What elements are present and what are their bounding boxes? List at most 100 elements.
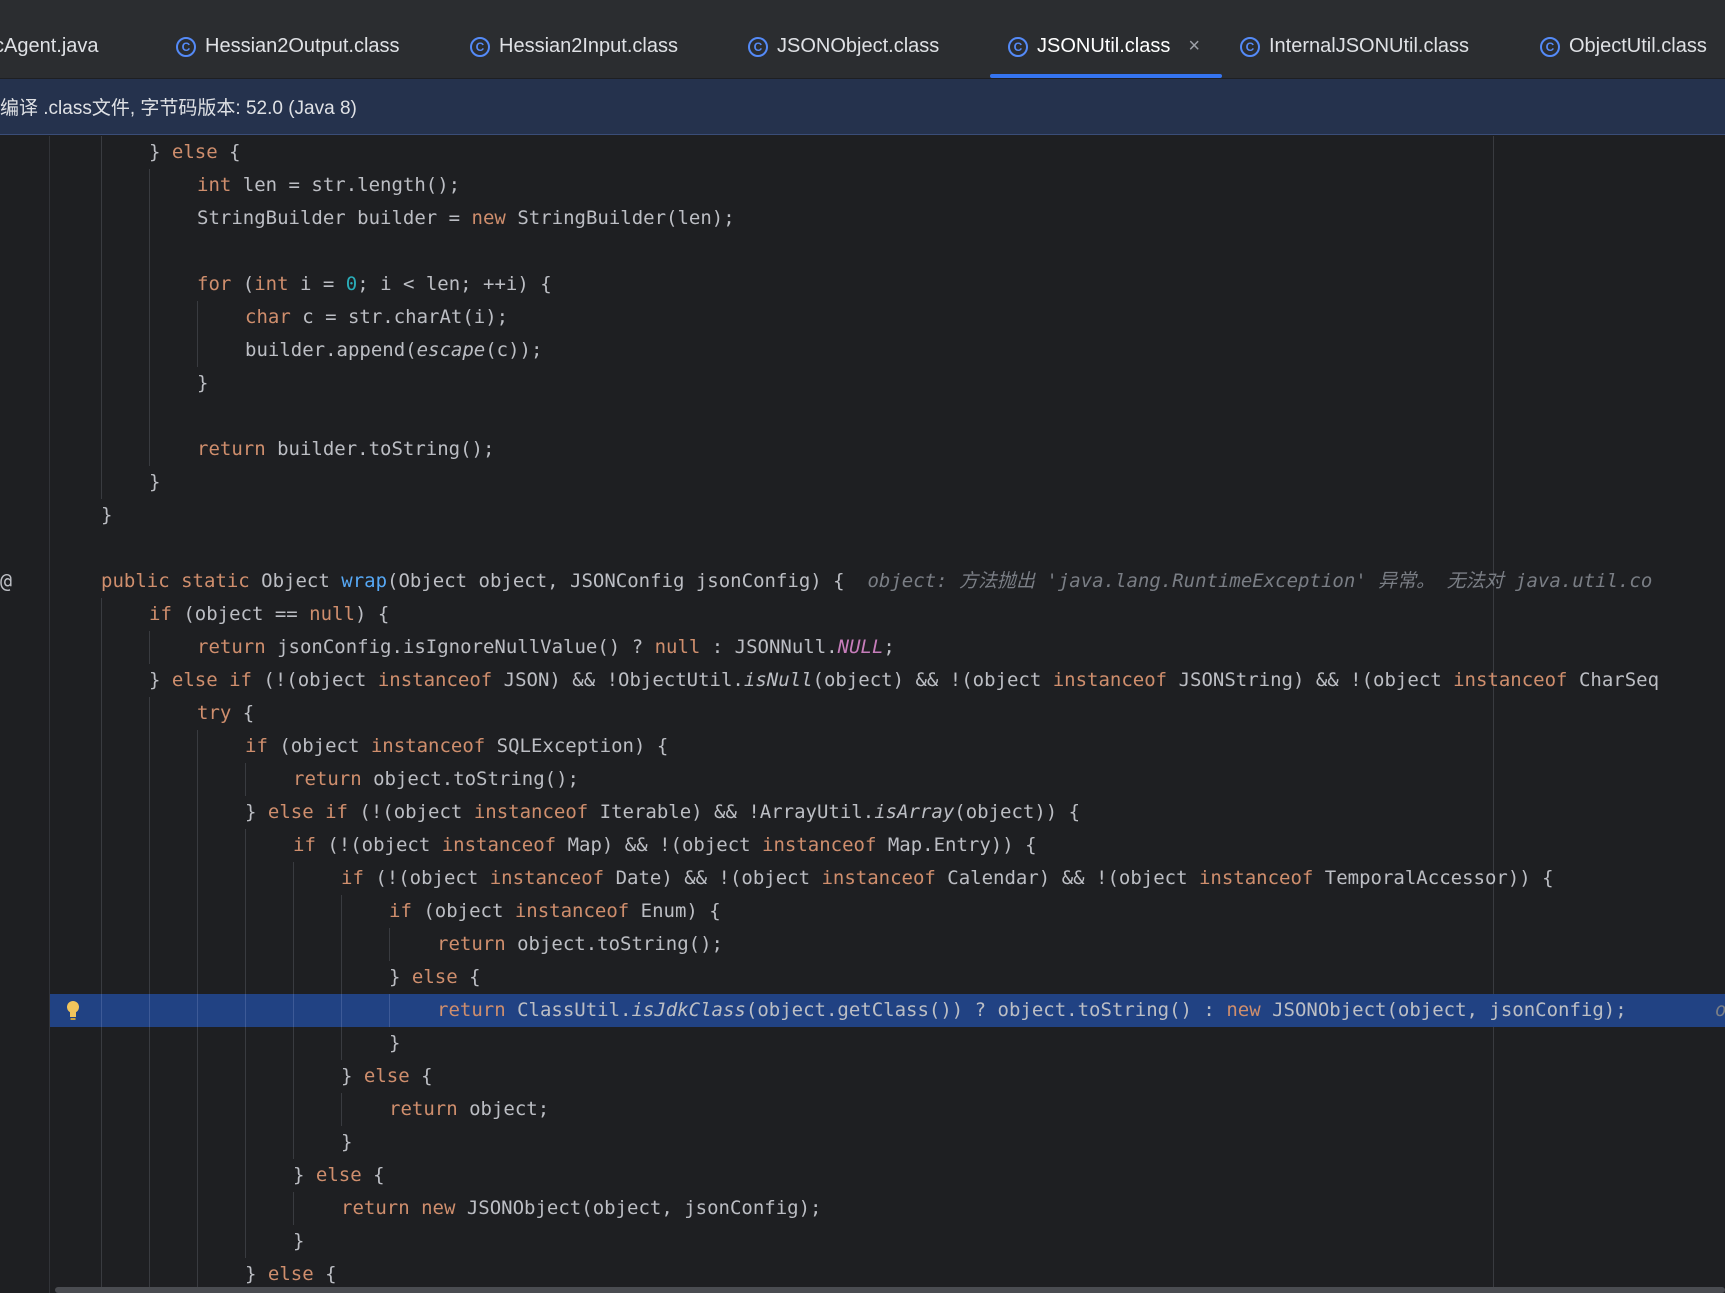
code-line[interactable]: return new JSONObject(object, jsonConfig… — [0, 1192, 1725, 1225]
code-text: } — [293, 1230, 305, 1252]
code-text: } else { — [149, 141, 241, 163]
code-line[interactable]: if (object == null) { — [0, 598, 1725, 631]
indent-guide — [293, 862, 294, 895]
code-text: } else { — [389, 966, 481, 988]
code-text: char c = str.charAt(i); — [245, 306, 509, 328]
code-line[interactable] — [0, 532, 1725, 565]
code-text: return object.toString(); — [293, 768, 579, 790]
indent-guide — [245, 994, 246, 1027]
indent-guide — [197, 1126, 198, 1159]
code-line[interactable]: try { — [0, 697, 1725, 730]
code-line[interactable]: int len = str.length(); — [0, 169, 1725, 202]
indent-guide — [149, 763, 150, 796]
indent-guide — [245, 1225, 246, 1258]
indent-guide — [197, 796, 198, 829]
indent-guide — [149, 928, 150, 961]
indent-guide — [149, 829, 150, 862]
inline-debug-hint: object: 方法抛出 'java.lang.RuntimeException… — [867, 570, 1653, 592]
code-line[interactable]: StringBuilder builder = new StringBuilde… — [0, 202, 1725, 235]
lightbulb-icon[interactable] — [66, 1000, 80, 1021]
indent-guide — [197, 961, 198, 994]
indent-guide — [293, 1093, 294, 1126]
code-line[interactable]: return object; — [0, 1093, 1725, 1126]
code-line[interactable]: } else { — [0, 961, 1725, 994]
tab-internaljsonutil[interactable]: C InternalJSONUtil.class — [1240, 15, 1469, 78]
code-line[interactable]: } — [0, 1225, 1725, 1258]
tab-hessian2input[interactable]: C Hessian2Input.class — [470, 15, 678, 78]
code-line[interactable]: } — [0, 499, 1725, 532]
override-marker-icon[interactable]: @ — [0, 565, 12, 598]
tab-objectutil[interactable]: C ObjectUtil.class — [1540, 15, 1707, 78]
indent-guide — [149, 334, 150, 367]
code-text: } — [101, 504, 113, 526]
indent-guide — [149, 235, 150, 268]
indent-guide — [101, 895, 102, 928]
indent-guide — [149, 202, 150, 235]
code-line[interactable]: } — [0, 466, 1725, 499]
code-text: } — [341, 1131, 353, 1153]
indent-guide — [197, 1027, 198, 1060]
code-text: } else if (!(object instanceof JSON) && … — [149, 669, 1660, 691]
indent-guide — [101, 862, 102, 895]
code-line[interactable]: } — [0, 1126, 1725, 1159]
decompiled-class-banner: 编译 .class文件, 字节码版本: 52.0 (Java 8) — [0, 79, 1725, 135]
indent-guide — [341, 1027, 342, 1060]
code-text: try { — [197, 702, 255, 724]
code-line[interactable]: return jsonConfig.isIgnoreNullValue() ? … — [0, 631, 1725, 664]
code-line[interactable]: public static Object wrap(Object object,… — [0, 565, 1725, 598]
tab-label: Hessian2Input.class — [499, 35, 678, 57]
code-line[interactable]: if (object instanceof SQLException) { — [0, 730, 1725, 763]
code-line[interactable]: char c = str.charAt(i); — [0, 301, 1725, 334]
code-line[interactable]: return object.toString(); — [0, 763, 1725, 796]
code-line[interactable]: } else { — [0, 1060, 1725, 1093]
indent-guide — [245, 928, 246, 961]
close-tab-icon[interactable]: × — [1188, 35, 1200, 58]
current-execution-line[interactable]: return ClassUtil.isJdkClass(object.getCl… — [50, 994, 1725, 1027]
horizontal-scrollbar[interactable] — [55, 1287, 1725, 1293]
code-line[interactable] — [0, 400, 1725, 433]
code-line[interactable]: if (object instanceof Enum) { — [0, 895, 1725, 928]
indent-guide — [149, 433, 150, 466]
tab-jsonobject[interactable]: C JSONObject.class — [748, 15, 939, 78]
tab-jsonutil[interactable]: C JSONUtil.class × — [990, 15, 1222, 78]
code-line[interactable]: builder.append(escape(c)); — [0, 334, 1725, 367]
indent-guide — [101, 466, 102, 499]
indent-guide — [197, 1060, 198, 1093]
code-line[interactable]: } else if (!(object instanceof Iterable)… — [0, 796, 1725, 829]
tab-hessian2output[interactable]: C Hessian2Output.class — [176, 15, 400, 78]
code-line[interactable]: } — [0, 367, 1725, 400]
indent-guide — [149, 400, 150, 433]
indent-guide — [101, 400, 102, 433]
indent-guide — [149, 796, 150, 829]
code-text: } — [149, 471, 161, 493]
code-line[interactable]: } — [0, 1027, 1725, 1060]
code-line[interactable]: } else { — [0, 136, 1725, 169]
code-line[interactable]: return object.toString(); — [0, 928, 1725, 961]
tab-cagent-java[interactable]: cAgent.java — [0, 15, 99, 78]
indent-guide — [293, 1027, 294, 1060]
code-line[interactable]: } else { — [0, 1159, 1725, 1192]
indent-guide — [149, 961, 150, 994]
tab-label: InternalJSONUtil.class — [1269, 35, 1470, 57]
indent-guide — [101, 928, 102, 961]
class-icon: C — [470, 36, 490, 57]
indent-guide — [149, 1093, 150, 1126]
indent-guide — [197, 301, 198, 334]
indent-guide — [341, 895, 342, 928]
indent-guide — [149, 1027, 150, 1060]
code-line[interactable]: if (!(object instanceof Map) && !(object… — [0, 829, 1725, 862]
code-editor[interactable]: } else { int len = str.length(); StringBui… — [0, 136, 1725, 1293]
code-line[interactable]: for (int i = 0; i < len; ++i) { — [0, 268, 1725, 301]
class-icon: C — [1008, 36, 1028, 57]
code-line[interactable]: if (!(object instanceof Date) && !(objec… — [0, 862, 1725, 895]
indent-guide — [245, 862, 246, 895]
title-strip — [0, 0, 1725, 15]
code-text: builder.append(escape(c)); — [245, 339, 543, 361]
indent-guide — [101, 994, 102, 1027]
code-line[interactable] — [0, 235, 1725, 268]
indent-guide — [149, 730, 150, 763]
code-line[interactable]: return builder.toString(); — [0, 433, 1725, 466]
code-text: return object.toString(); — [437, 933, 723, 955]
code-line[interactable]: } else if (!(object instanceof JSON) && … — [0, 664, 1725, 697]
indent-guide — [389, 994, 390, 1027]
